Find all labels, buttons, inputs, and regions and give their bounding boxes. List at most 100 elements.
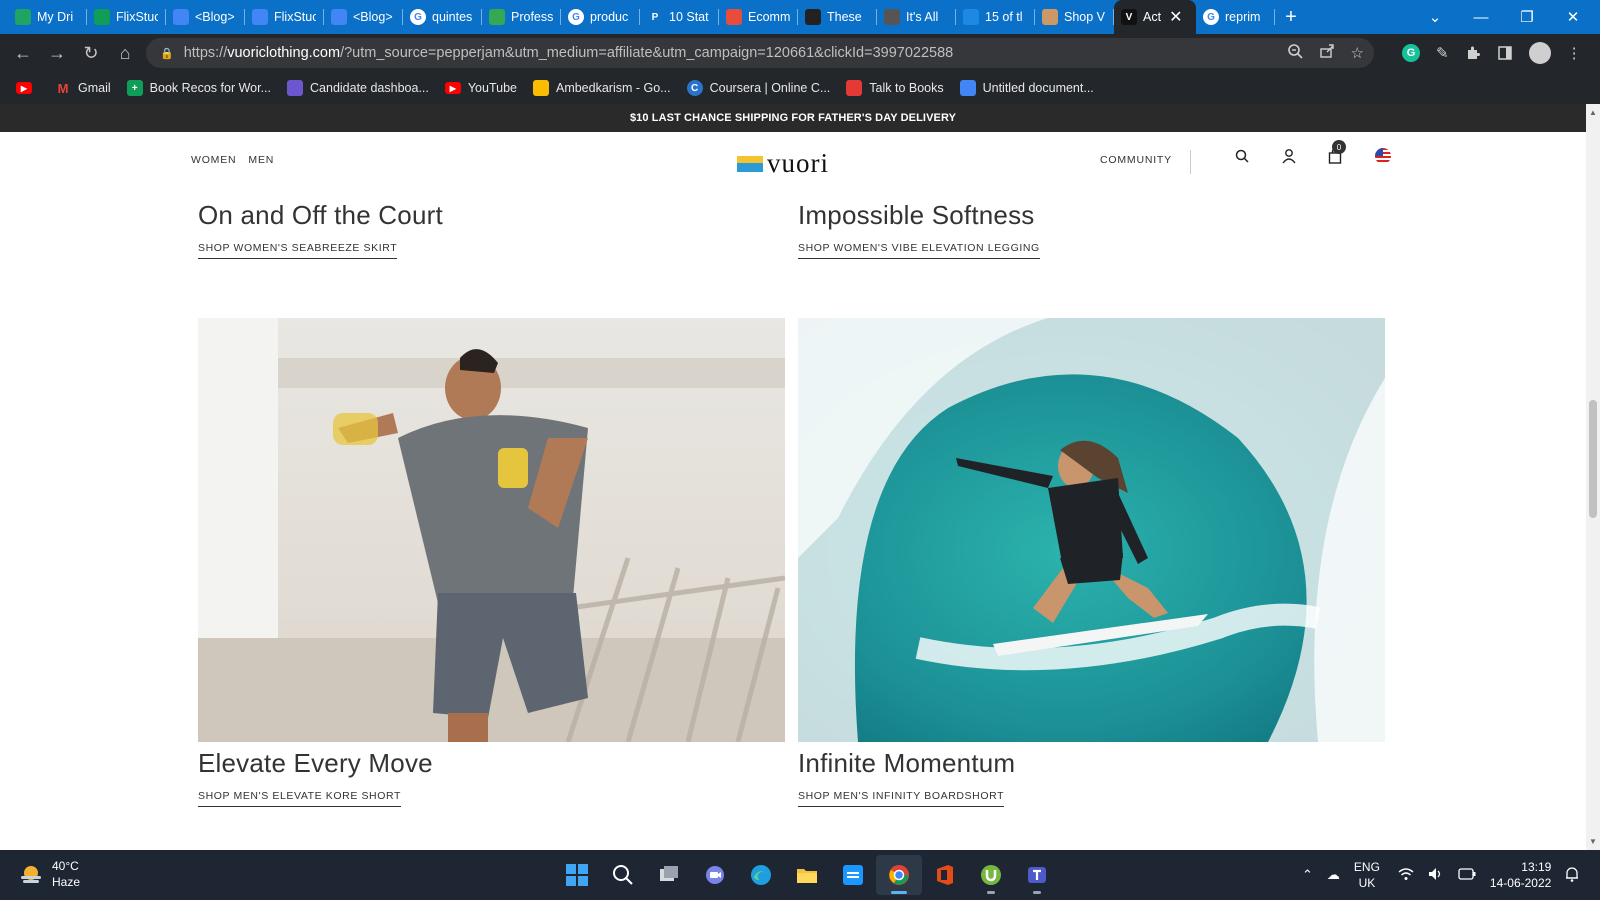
browser-tab[interactable]: Ecomm xyxy=(719,0,798,34)
side-panel-icon[interactable] xyxy=(1497,45,1513,61)
scrollbar-thumb[interactable] xyxy=(1589,400,1597,518)
us-flag-icon[interactable] xyxy=(1371,144,1395,168)
card-link-infinity-boardshort[interactable]: SHOP MEN'S INFINITY BOARDSHORT xyxy=(798,790,1005,807)
back-button[interactable]: ← xyxy=(6,43,40,64)
browser-tab[interactable]: FlixStuc xyxy=(87,0,166,34)
bookmark-item[interactable]: + Book Recos for Wor... xyxy=(126,80,271,96)
page-scrollbar[interactable]: ▲ ▼ xyxy=(1586,104,1600,850)
window-controls: ⌄ — ❐ ✕ xyxy=(1412,0,1596,34)
browser-tab[interactable]: <Blog> xyxy=(166,0,245,34)
google-sheets-icon xyxy=(94,9,110,25)
bookmark-item[interactable]: Ambedkarism - Go... xyxy=(532,80,671,96)
system-clock[interactable]: 13:19 14-06-2022 xyxy=(1490,859,1551,891)
bookmark-star-icon[interactable]: ☆ xyxy=(1351,44,1364,62)
active-tab[interactable]: V Act ✕ xyxy=(1114,0,1196,34)
teams-chat-icon[interactable] xyxy=(692,855,738,895)
logo-mark-icon xyxy=(737,155,763,172)
grammarly-icon[interactable]: G xyxy=(1402,44,1420,62)
taskbar-search-icon[interactable] xyxy=(600,855,646,895)
scroll-down-arrow-icon[interactable]: ▼ xyxy=(1586,837,1600,846)
browser-tab[interactable]: These xyxy=(798,0,877,34)
card-title-court: On and Off the Court xyxy=(198,200,443,230)
tab-search-icon[interactable]: ⌄ xyxy=(1412,8,1458,26)
close-tab-icon[interactable]: ✕ xyxy=(1169,7,1182,27)
close-window-button[interactable]: ✕ xyxy=(1550,8,1596,26)
bookmark-item[interactable]: Untitled document... xyxy=(959,80,1094,96)
lock-icon[interactable]: 🔒 xyxy=(160,47,174,60)
youtube-icon: ▶ xyxy=(444,82,461,94)
file-explorer-icon[interactable] xyxy=(784,855,830,895)
browser-tab[interactable]: <Blog> xyxy=(324,0,403,34)
show-hidden-icons-chevron-icon[interactable]: ⌃ xyxy=(1302,867,1313,883)
forward-button[interactable]: → xyxy=(40,43,74,64)
scroll-up-arrow-icon[interactable]: ▲ xyxy=(1586,108,1600,117)
bookmark-item[interactable]: Candidate dashboa... xyxy=(287,80,429,96)
browser-tab[interactable]: 15 of tl xyxy=(956,0,1035,34)
restore-button[interactable]: ❐ xyxy=(1504,8,1550,26)
new-tab-button[interactable]: + xyxy=(1275,6,1307,29)
volume-icon[interactable] xyxy=(1428,867,1444,884)
nav-men[interactable]: MEN xyxy=(248,154,274,166)
task-view-icon[interactable] xyxy=(646,855,692,895)
share-icon[interactable] xyxy=(1319,43,1335,63)
browser-tab[interactable]: Gproduc xyxy=(561,0,640,34)
bookmark-item[interactable]: C Coursera | Online C... xyxy=(686,80,830,96)
browser-tab[interactable]: My Dri xyxy=(8,0,87,34)
bookmark-item[interactable]: ▶ xyxy=(16,82,39,94)
browser-tab[interactable]: Profess xyxy=(482,0,561,34)
zoom-icon[interactable] xyxy=(1287,43,1303,63)
card-link-vibe-legging[interactable]: SHOP WOMEN'S VIBE ELEVATION LEGGING xyxy=(798,242,1040,259)
nav-community[interactable]: COMMUNITY xyxy=(1100,154,1172,166)
address-bar[interactable]: 🔒 https://vuoriclothing.com/?utm_source=… xyxy=(146,38,1374,68)
home-button[interactable]: ⌂ xyxy=(108,43,142,64)
promo-banner[interactable]: $10 LAST CHANCE SHIPPING FOR FATHER'S DA… xyxy=(0,104,1586,132)
browser-tab[interactable]: Gquintes xyxy=(403,0,482,34)
office-icon[interactable] xyxy=(922,855,968,895)
cart-count-badge: 0 xyxy=(1332,140,1346,154)
chrome-menu-icon[interactable]: ⋮ xyxy=(1567,44,1582,62)
google-docs-icon xyxy=(252,9,268,25)
bookmark-label: Candidate dashboa... xyxy=(310,81,429,95)
browser-tab[interactable]: It's All xyxy=(877,0,956,34)
minimize-button[interactable]: — xyxy=(1458,9,1504,26)
bookmark-item[interactable]: ▶ YouTube xyxy=(444,81,517,95)
utorrent-icon[interactable] xyxy=(968,855,1014,895)
browser-tab[interactable]: P 10 Stat xyxy=(640,0,719,34)
account-icon[interactable] xyxy=(1277,144,1301,168)
reload-button[interactable]: ↻ xyxy=(74,43,108,64)
bookmark-item[interactable]: M Gmail xyxy=(55,80,111,96)
pen-extension-icon[interactable]: ✎ xyxy=(1436,44,1449,62)
windows-start-icon[interactable] xyxy=(554,855,600,895)
battery-icon[interactable] xyxy=(1458,867,1476,883)
browser-tab[interactable]: FlixStuc xyxy=(245,0,324,34)
photo-boxer[interactable] xyxy=(198,318,785,742)
onedrive-cloud-icon[interactable]: ☁ xyxy=(1327,867,1340,883)
photo-surfer[interactable] xyxy=(798,318,1385,742)
wifi-icon[interactable] xyxy=(1398,867,1414,884)
extensions-puzzle-icon[interactable] xyxy=(1465,45,1481,61)
card-link-seabreeze-skirt[interactable]: SHOP WOMEN'S SEABREEZE SKIRT xyxy=(198,242,398,259)
youtube-icon: ▶ xyxy=(16,82,32,94)
edge-browser-icon[interactable] xyxy=(738,855,784,895)
search-icon[interactable] xyxy=(1230,144,1254,168)
bookmark-item[interactable]: Talk to Books xyxy=(846,80,944,96)
clock-date: 14-06-2022 xyxy=(1489,876,1552,890)
language-indicator[interactable]: ENG UK xyxy=(1354,859,1380,891)
nav-women[interactable]: WOMEN xyxy=(191,154,236,166)
browser-tab[interactable]: Shop V xyxy=(1035,0,1114,34)
omnibox-actions: ☆ xyxy=(1287,38,1364,68)
notifications-icon[interactable] xyxy=(1565,866,1579,885)
browser-tab[interactable]: Greprim xyxy=(1196,0,1275,34)
sun-icon xyxy=(1042,9,1058,25)
tab-label: 15 of tl xyxy=(985,10,1023,24)
profile-avatar[interactable] xyxy=(1528,42,1551,64)
google-drive-icon xyxy=(15,9,31,25)
card-title-momentum: Infinite Momentum xyxy=(798,748,1016,778)
vuori-logo[interactable]: vuori xyxy=(737,148,829,179)
docs-icon xyxy=(959,80,976,96)
prime-video-icon[interactable] xyxy=(830,855,876,895)
weather-widget[interactable]: 40°C Haze xyxy=(20,858,80,890)
chrome-taskbar-icon[interactable] xyxy=(876,855,922,895)
teams-icon[interactable] xyxy=(1014,855,1060,895)
card-link-elevate-kore-short[interactable]: SHOP MEN'S ELEVATE KORE SHORT xyxy=(198,790,402,807)
